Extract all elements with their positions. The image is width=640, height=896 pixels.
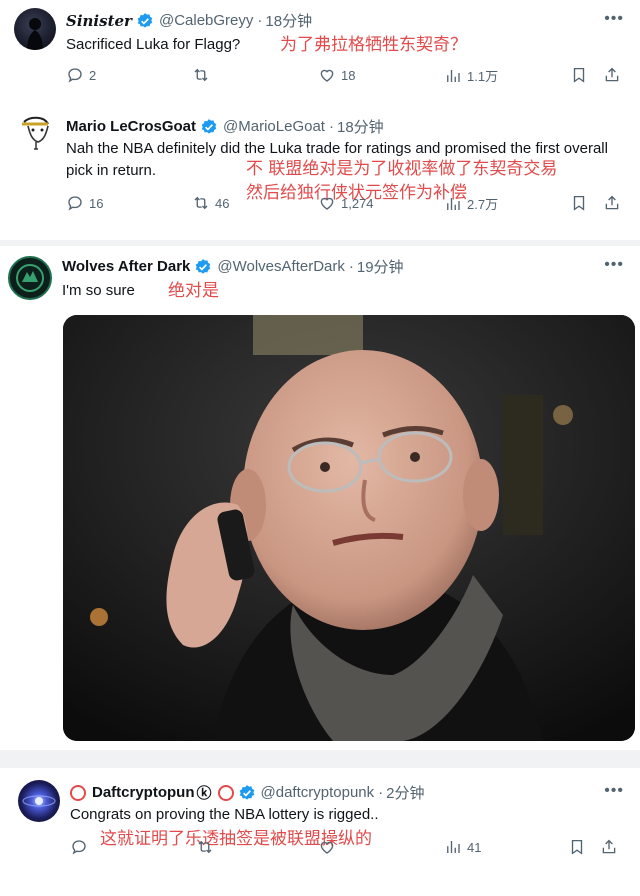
translation-annotation-line-1: 不 联盟绝对是为了收视率做了东契奇交易	[246, 159, 558, 179]
like-count: 1,274	[341, 195, 374, 211]
retweet-icon	[192, 194, 210, 212]
separator-dot: ·	[378, 784, 384, 801]
share-button[interactable]	[600, 838, 618, 856]
bookmark-icon	[568, 838, 586, 856]
reply-icon	[66, 194, 84, 212]
share-button[interactable]	[603, 66, 621, 84]
views-bar-chart-icon	[444, 838, 462, 856]
avatar[interactable]	[14, 8, 56, 50]
more-options-icon[interactable]: •••	[604, 256, 624, 274]
verified-badge-icon	[238, 784, 256, 802]
name-suffix-glyph: ⓚ	[196, 785, 212, 802]
timestamp[interactable]: 18分钟	[337, 116, 384, 137]
display-name[interactable]: Mario LeCrosGoat	[66, 118, 196, 135]
bookmark-button[interactable]	[570, 194, 588, 212]
display-name[interactable]: Wolves After Dark	[62, 258, 190, 275]
separator-dot: ·	[257, 12, 263, 29]
avatar-figure-icon	[27, 18, 43, 50]
handle[interactable]: @WolvesAfterDark	[217, 258, 344, 275]
retweet-button[interactable]: 46	[192, 194, 229, 212]
timestamp[interactable]: 2分钟	[386, 782, 424, 803]
bookmark-button[interactable]	[568, 838, 586, 856]
tweet-photo[interactable]	[63, 315, 635, 741]
handle[interactable]: @CalebGreyy	[159, 12, 253, 29]
more-options-icon[interactable]: •••	[604, 782, 624, 800]
separator-dot: ·	[328, 118, 334, 135]
tweet-text: Sacrificed Luka for Flagg?	[66, 36, 241, 53]
share-button[interactable]	[603, 194, 621, 212]
man-on-phone-photo	[63, 315, 635, 741]
separator-dot: ·	[348, 258, 354, 275]
timestamp[interactable]: 18分钟	[265, 10, 312, 31]
tweet-text: I'm so sure	[62, 282, 135, 299]
like-button[interactable]: 18	[318, 66, 355, 84]
glowing-planet-icon	[22, 795, 56, 807]
retweet-button[interactable]	[192, 66, 215, 84]
views-button[interactable]: 1.1万	[444, 66, 498, 85]
more-options-icon[interactable]: •••	[604, 10, 624, 28]
bookmark-icon	[570, 194, 588, 212]
retweet-count: 46	[215, 195, 230, 211]
tweet-2[interactable]: Mario LeCrosGoat @MarioLeGoat · 18分钟 Nah…	[0, 104, 640, 240]
bookmark-button[interactable]	[570, 66, 588, 84]
verified-badge-icon	[136, 12, 154, 30]
verified-badge-icon	[200, 118, 218, 136]
goat-avatar-icon	[22, 116, 49, 150]
reply-button[interactable]: 16	[66, 194, 103, 212]
reply-icon	[70, 838, 88, 856]
views-button[interactable]: 2.7万	[444, 194, 498, 213]
wolf-logo-icon	[16, 264, 44, 292]
verified-badge-icon	[194, 258, 212, 276]
avatar[interactable]	[16, 112, 56, 152]
view-count: 41	[467, 839, 482, 855]
translation-annotation: 为了弗拉格牺牲东契奇？	[280, 35, 467, 55]
views-button[interactable]: 41	[444, 838, 481, 856]
reply-count: 16	[89, 195, 104, 211]
views-bar-chart-icon	[444, 67, 462, 85]
retweet-icon	[192, 66, 210, 84]
retweet-button[interactable]	[196, 838, 219, 856]
tweet-4[interactable]: Daftcryptopun ⓚ @daftcryptopunk · 2分钟 ••…	[0, 768, 640, 896]
reply-icon	[66, 66, 84, 84]
section-separator	[0, 750, 640, 768]
heart-icon	[318, 838, 336, 856]
heart-icon	[318, 66, 336, 84]
display-name[interactable]: Daftcryptopun	[92, 784, 195, 801]
timestamp[interactable]: 19分钟	[357, 256, 404, 277]
avatar[interactable]	[18, 780, 60, 822]
handle[interactable]: @daftcryptopunk	[261, 784, 375, 801]
reply-count: 2	[89, 67, 97, 83]
retweet-icon	[196, 838, 214, 856]
handle[interactable]: @MarioLeGoat	[223, 118, 325, 135]
reply-button[interactable]	[70, 838, 93, 856]
translation-annotation: 绝对是	[168, 281, 219, 301]
view-count: 1.1万	[467, 69, 499, 84]
like-button[interactable]	[318, 838, 341, 856]
display-name[interactable]: Sinister	[66, 12, 132, 30]
tweet-text: Congrats on proving the NBA lottery is r…	[70, 806, 379, 823]
status-ring-icon	[70, 784, 86, 801]
like-count: 18	[341, 67, 356, 83]
bookmark-icon	[570, 66, 588, 84]
tweet-1[interactable]: Sinister @CalebGreyy · 18分钟 ••• Sacrific…	[0, 0, 640, 100]
share-icon	[600, 838, 618, 856]
views-bar-chart-icon	[444, 195, 462, 213]
share-icon	[603, 194, 621, 212]
view-count: 2.7万	[467, 197, 499, 212]
like-button[interactable]: 1,274	[318, 194, 374, 212]
avatar[interactable]	[8, 256, 52, 300]
heart-icon	[318, 194, 336, 212]
reply-button[interactable]: 2	[66, 66, 96, 84]
share-icon	[603, 66, 621, 84]
status-ring-icon	[217, 784, 234, 801]
